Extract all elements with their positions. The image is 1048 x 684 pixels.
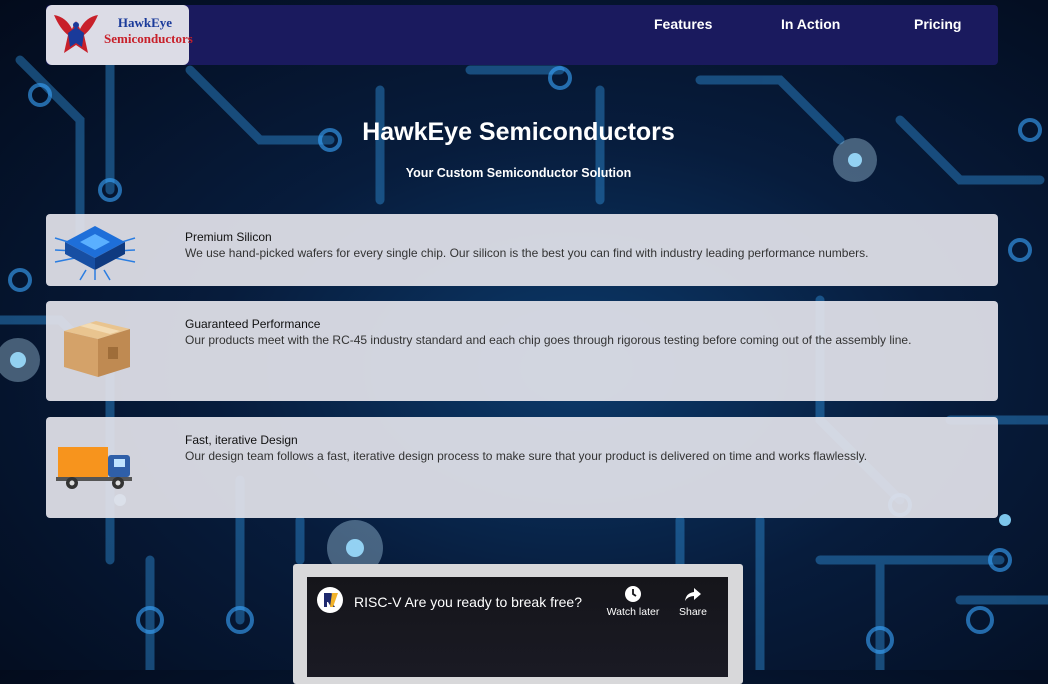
- share-label: Share: [678, 606, 708, 618]
- feature-card-guaranteed-performance: Guaranteed Performance Our products meet…: [46, 301, 998, 401]
- brand-line1: HawkEye: [117, 15, 173, 30]
- nav-pricing-link[interactable]: Pricing: [914, 16, 961, 32]
- feature-description: Our products meet with the RC-45 industr…: [185, 333, 912, 347]
- video-player[interactable]: RISC-V Are you ready to break free? Watc…: [307, 577, 728, 677]
- navbar: HawkEye Semiconductors Features In Actio…: [46, 5, 998, 65]
- watch-later-button[interactable]: Watch later: [603, 585, 663, 618]
- feature-card-premium-silicon: Premium Silicon We use hand-picked wafer…: [46, 214, 998, 286]
- hawk-emblem-icon: [54, 15, 98, 53]
- share-arrow-icon: [685, 588, 701, 601]
- video-frame: RISC-V Are you ready to break free? Watc…: [293, 564, 743, 684]
- nav-features-link[interactable]: Features: [654, 16, 712, 32]
- video-title[interactable]: RISC-V Are you ready to break free?: [354, 594, 582, 610]
- feature-title: Premium Silicon: [185, 230, 272, 244]
- feature-title: Guaranteed Performance: [185, 317, 321, 331]
- feature-title: Fast, iterative Design: [185, 433, 298, 447]
- watch-later-label: Watch later: [606, 606, 660, 618]
- feature-description: We use hand-picked wafers for every sing…: [185, 246, 869, 260]
- brand-logo[interactable]: HawkEye Semiconductors: [46, 5, 193, 65]
- brand-name: HawkEye Semiconductors: [104, 15, 193, 47]
- channel-avatar-icon[interactable]: [317, 587, 343, 613]
- nav-in-action-link[interactable]: In Action: [781, 16, 840, 32]
- box-icon: [64, 321, 130, 377]
- feature-description: Our design team follows a fast, iterativ…: [185, 449, 868, 463]
- clock-icon: [625, 586, 641, 602]
- hero-title: HawkEye Semiconductors: [362, 118, 675, 146]
- feature-card-fast-design: Fast, iterative Design Our design team f…: [46, 417, 998, 518]
- truck-icon: [56, 447, 132, 489]
- chip-icon: [54, 226, 136, 281]
- hero-subtitle: Your Custom Semiconductor Solution: [405, 166, 632, 180]
- share-button[interactable]: Share: [663, 585, 723, 618]
- brand-line2: Semiconductors: [104, 31, 193, 46]
